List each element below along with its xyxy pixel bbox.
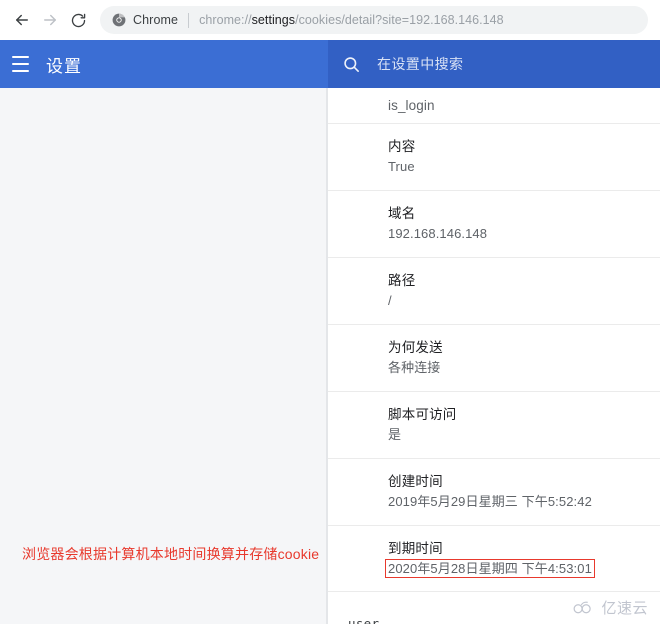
- field-value: /: [388, 293, 392, 308]
- field-label: 内容: [388, 139, 416, 154]
- address-bar[interactable]: Chrome chrome://settings/cookies/detail?…: [100, 6, 648, 34]
- search-icon: [342, 55, 361, 74]
- omnibox-separator: [188, 12, 190, 28]
- field-label: 脚本可访问: [388, 407, 457, 422]
- forward-button[interactable]: [36, 6, 64, 34]
- url-text: chrome://settings/cookies/detail?site=19…: [199, 13, 504, 27]
- cookie-group-name: user: [348, 616, 380, 624]
- cookie-name-row: is_login: [328, 88, 660, 123]
- settings-header: 设置 在设置中搜索: [0, 40, 660, 88]
- arrow-right-icon: [41, 11, 59, 29]
- url-prefix: chrome://: [199, 13, 252, 27]
- field-label: 为何发送: [388, 340, 443, 355]
- cookie-field-expires: 到期时间 2020年5月28日星期四 下午4:53:01: [328, 525, 660, 591]
- cookie-field-path: 路径 /: [328, 257, 660, 324]
- arrow-left-icon: [13, 11, 31, 29]
- field-value: 各种连接: [388, 360, 441, 375]
- reload-button[interactable]: [64, 6, 92, 34]
- field-label: 创建时间: [388, 474, 443, 489]
- cookie-field-content: 内容 True: [328, 123, 660, 190]
- cloud-icon: [572, 599, 601, 617]
- field-value: True: [388, 159, 415, 174]
- chrome-logo-icon: [112, 13, 126, 27]
- cookie-field-send-for: 为何发送 各种连接: [328, 324, 660, 391]
- page-title: 设置: [46, 56, 82, 76]
- back-button[interactable]: [8, 6, 36, 34]
- watermark: 亿速云: [572, 597, 648, 618]
- chrome-label: Chrome: [133, 13, 179, 27]
- cookie-field-created: 创建时间 2019年5月29日星期三 下午5:52:42: [328, 458, 660, 525]
- field-label: 到期时间: [388, 541, 443, 556]
- watermark-text: 亿速云: [601, 600, 648, 617]
- site-identity[interactable]: Chrome: [112, 13, 178, 27]
- field-value: 192.168.146.148: [388, 226, 488, 241]
- url-suffix: /cookies/detail?site=192.168.146.148: [295, 13, 504, 27]
- annotation-text: 浏览器会根据计算机本地时间换算并存储cookie: [22, 546, 320, 562]
- search-input[interactable]: 在设置中搜索: [328, 40, 660, 88]
- field-value: 是: [388, 427, 402, 442]
- cookie-detail-content: is_login 内容 True 域名 192.168.146.148 路径 /…: [328, 88, 660, 624]
- cookie-name-value: is_login: [388, 98, 435, 113]
- hamburger-menu-icon[interactable]: [0, 40, 40, 88]
- field-label: 域名: [388, 206, 416, 221]
- cookie-field-domain: 域名 192.168.146.148: [328, 190, 660, 257]
- field-value-highlighted: 2020年5月28日星期四 下午4:53:01: [385, 559, 595, 578]
- reload-icon: [70, 12, 87, 29]
- browser-toolbar: Chrome chrome://settings/cookies/detail?…: [0, 0, 660, 40]
- url-highlight: settings: [251, 13, 296, 27]
- cookie-field-script-accessible: 脚本可访问 是: [328, 391, 660, 458]
- field-value: 2019年5月29日星期三 下午5:52:42: [388, 494, 592, 509]
- field-label: 路径: [388, 273, 416, 288]
- search-placeholder: 在设置中搜索: [377, 56, 464, 72]
- browser-window: Chrome chrome://settings/cookies/detail?…: [0, 0, 660, 624]
